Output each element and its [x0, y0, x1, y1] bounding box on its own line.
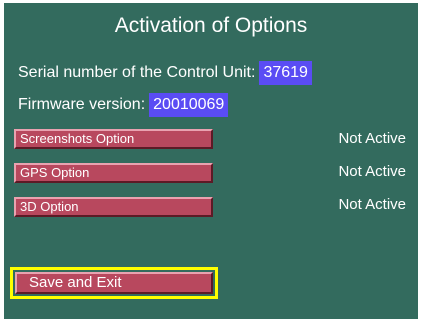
3d-option-button[interactable]: 3D Option: [14, 197, 213, 217]
screenshots-option-status: Not Active: [338, 130, 406, 147]
firmware-version-row: Firmware version: 20010069: [18, 93, 229, 117]
page-title: Activation of Options: [114, 14, 308, 37]
save-focus-highlight: Save and Exit: [10, 267, 218, 299]
gps-option-button[interactable]: GPS Option: [14, 163, 213, 183]
screenshots-option-button[interactable]: Screenshots Option: [14, 129, 213, 149]
firmware-version-label: Firmware version:: [18, 96, 146, 113]
serial-number-value: 37619: [259, 61, 312, 85]
serial-number-label: Serial number of the Control Unit:: [18, 64, 256, 81]
activation-screen: Activation of Options Serial number of t…: [4, 3, 418, 319]
gps-option-status: Not Active: [338, 163, 406, 180]
serial-number-row: Serial number of the Control Unit: 37619: [18, 61, 312, 85]
3d-option-status: Not Active: [338, 196, 406, 213]
firmware-version-value: 20010069: [149, 93, 229, 117]
save-and-exit-button[interactable]: Save and Exit: [15, 272, 213, 294]
